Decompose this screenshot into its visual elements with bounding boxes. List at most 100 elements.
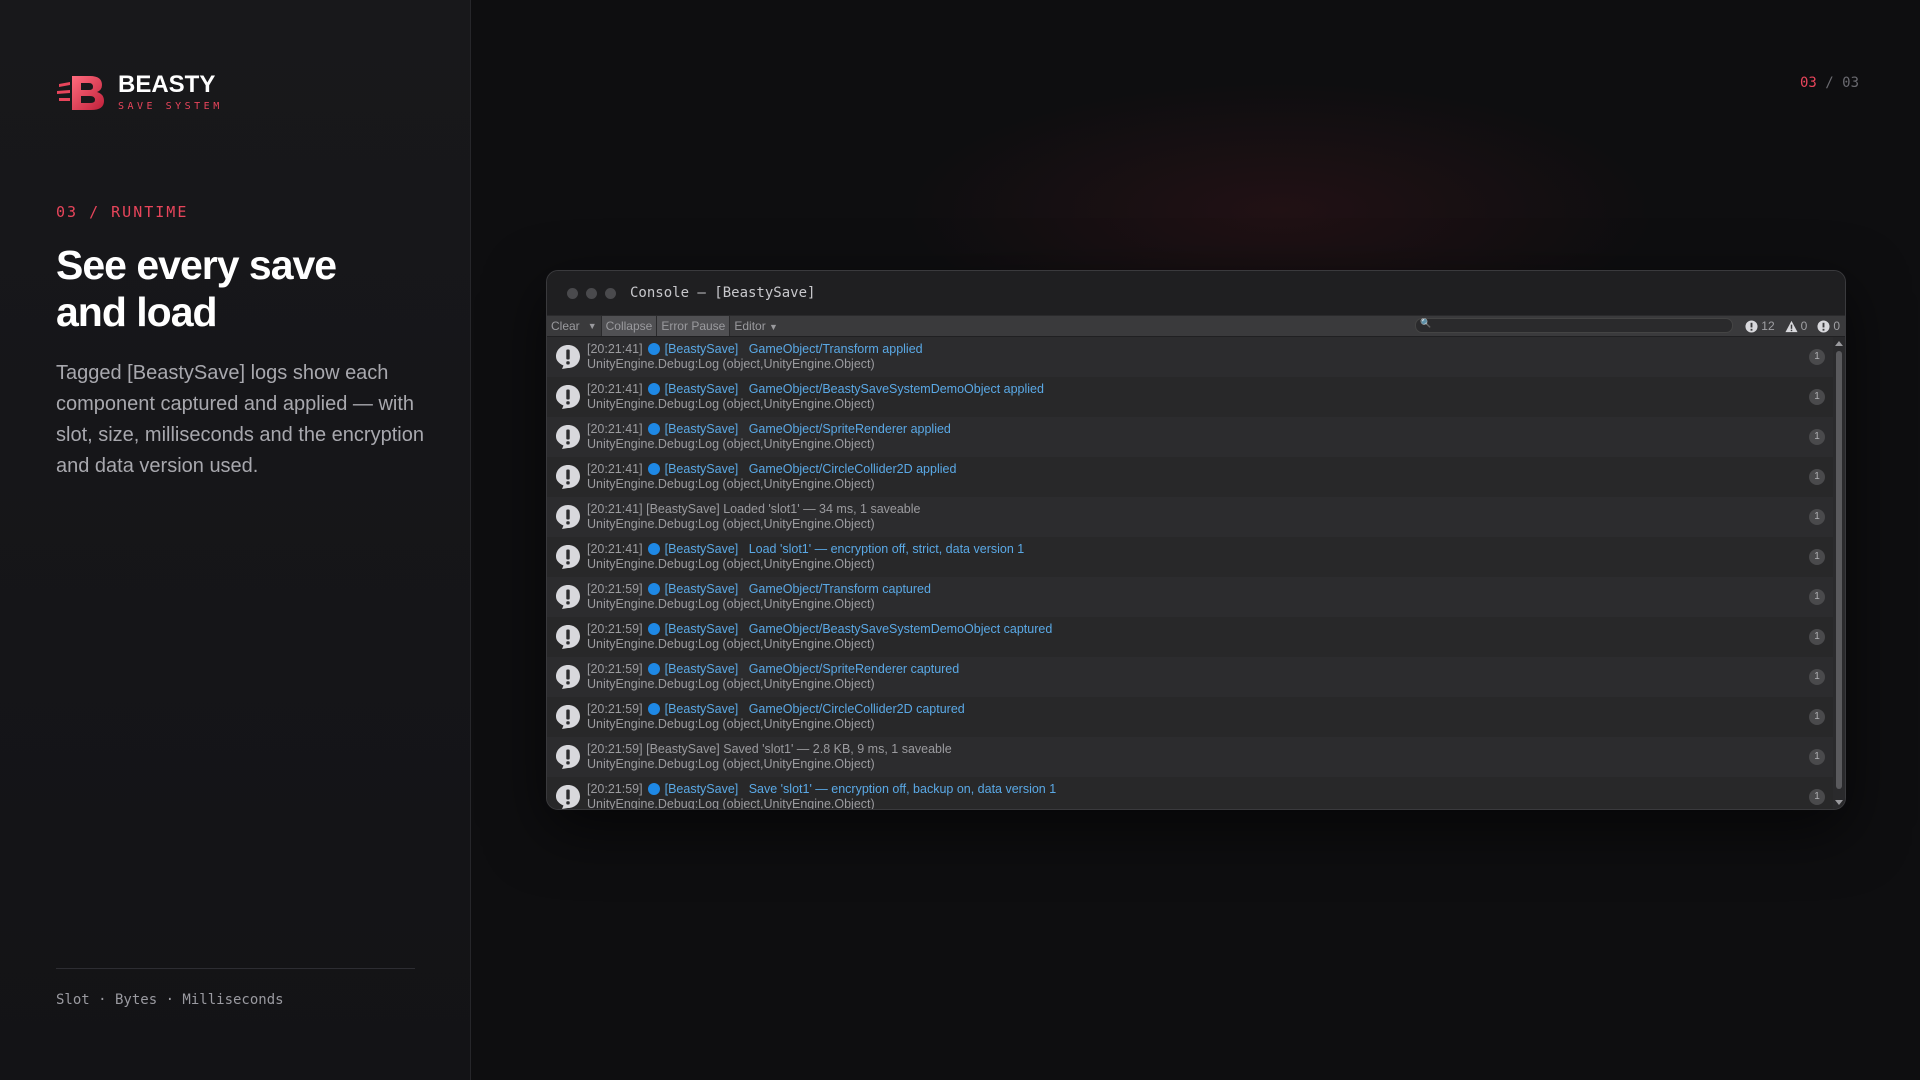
log-message: GameObject/SpriteRenderer applied bbox=[748, 422, 951, 436]
log-entry[interactable]: [20:21:59] [BeastySave] GameObject/Transf… bbox=[547, 577, 1833, 617]
log-context-bullet-icon bbox=[647, 703, 660, 715]
log-count-badge: 1 bbox=[1809, 709, 1825, 725]
log-context-bullet-icon bbox=[647, 543, 660, 555]
log-message: GameObject/BeastySaveSystemDemoObject ap… bbox=[748, 382, 1044, 396]
editor-dropdown[interactable]: Editor ▼ bbox=[730, 316, 782, 336]
log-stacktrace: UnityEngine.Debug:Log (object,UnityEngin… bbox=[587, 677, 875, 691]
search-icon: 🔍 bbox=[1420, 318, 1432, 328]
scroll-thumb[interactable] bbox=[1836, 351, 1842, 789]
log-timestamp: [20:21:59] bbox=[587, 782, 643, 796]
log-tag: [BeastySave] bbox=[646, 502, 720, 516]
log-timestamp: [20:21:41] bbox=[587, 422, 643, 436]
log-timestamp: [20:21:59] bbox=[587, 622, 643, 636]
log-message-line: [20:21:59] [BeastySave] GameObject/Circle… bbox=[587, 702, 1833, 717]
clear-options-dropdown-icon[interactable]: ▼ bbox=[584, 321, 601, 331]
log-text: [20:21:41] [BeastySave] GameObject/Beasty… bbox=[587, 382, 1833, 412]
log-message-line: [20:21:59] [BeastySave] GameObject/Beasty… bbox=[587, 622, 1833, 637]
log-entry[interactable]: [20:21:41] [BeastySave] GameObject/Circle… bbox=[547, 457, 1833, 497]
error-pause-toggle[interactable]: Error Pause bbox=[657, 316, 730, 336]
log-message: Loaded 'slot1' — 34 ms, 1 saveable bbox=[723, 502, 921, 516]
brand-logo[interactable]: BEASTY SAVE SYSTEM bbox=[56, 70, 223, 114]
log-scrollbar[interactable] bbox=[1833, 337, 1845, 809]
log-list: [20:21:41] [BeastySave] GameObject/Transf… bbox=[547, 337, 1833, 809]
console-titlebar: Console — [BeastySave] bbox=[547, 271, 1845, 315]
log-stacktrace: UnityEngine.Debug:Log (object,UnityEngin… bbox=[587, 517, 875, 531]
section-label: 03 / RUNTIME bbox=[56, 203, 189, 221]
log-count-badge: 1 bbox=[1809, 749, 1825, 765]
log-message: GameObject/CircleCollider2D captured bbox=[748, 702, 965, 716]
error-count: 0 bbox=[1833, 319, 1840, 333]
scroll-down-arrow-icon[interactable] bbox=[1835, 800, 1843, 805]
log-message-line: [20:21:41] [BeastySave] GameObject/Circle… bbox=[587, 462, 1833, 477]
log-entry[interactable]: [20:21:59] [BeastySave] Save 'slot1' — en… bbox=[547, 777, 1833, 809]
log-tag: [BeastySave] bbox=[646, 742, 720, 756]
log-message: GameObject/Transform captured bbox=[748, 582, 931, 596]
page-description: Tagged [BeastySave] logs show each compo… bbox=[56, 362, 424, 477]
pagination-total: 03 bbox=[1842, 75, 1859, 91]
log-context-bullet-icon bbox=[647, 623, 660, 635]
log-entry[interactable]: [20:21:59] [BeastySave] Saved 'slot1' — … bbox=[547, 737, 1833, 777]
warning-count-toggle[interactable]: 0 bbox=[1780, 316, 1813, 336]
window-minimize-button[interactable] bbox=[586, 287, 597, 299]
info-message-icon bbox=[556, 585, 580, 609]
log-timestamp: [20:21:41] bbox=[587, 502, 643, 516]
log-text: [20:21:41] [BeastySave] Loaded 'slot1' —… bbox=[587, 502, 1833, 532]
log-context-bullet-icon bbox=[647, 663, 660, 675]
log-tag: [BeastySave] bbox=[664, 702, 739, 716]
log-text: [20:21:59] [BeastySave] GameObject/Circle… bbox=[587, 702, 1833, 732]
log-counters: 12 0 0 bbox=[1740, 316, 1845, 336]
log-entry[interactable]: [20:21:41] [BeastySave] GameObject/Beasty… bbox=[547, 377, 1833, 417]
log-entry[interactable]: [20:21:41] [BeastySave] Load 'slot1' — en… bbox=[547, 537, 1833, 577]
log-entry[interactable]: [20:21:59] [BeastySave] GameObject/Sprite… bbox=[547, 657, 1833, 697]
error-icon bbox=[1817, 319, 1830, 333]
window-close-button[interactable] bbox=[567, 287, 578, 299]
log-message: GameObject/SpriteRenderer captured bbox=[748, 662, 960, 676]
log-context-bullet-icon bbox=[647, 423, 660, 435]
brand-name: BEASTY bbox=[118, 71, 216, 98]
info-icon bbox=[1745, 319, 1758, 333]
warning-icon bbox=[1785, 320, 1798, 332]
log-message-line: [20:21:59] [BeastySave] Save 'slot1' — en… bbox=[587, 782, 1833, 797]
log-context-bullet-icon bbox=[647, 583, 660, 595]
log-tag: [BeastySave] bbox=[664, 342, 739, 356]
info-message-icon bbox=[556, 465, 580, 489]
log-count-badge: 1 bbox=[1809, 789, 1825, 805]
window-maximize-button[interactable] bbox=[605, 287, 616, 299]
log-tag: [BeastySave] bbox=[664, 422, 739, 436]
clear-button[interactable]: Clear bbox=[547, 316, 584, 336]
scroll-up-arrow-icon[interactable] bbox=[1835, 341, 1843, 346]
info-message-icon bbox=[556, 745, 580, 769]
log-entry[interactable]: [20:21:41] [BeastySave] GameObject/Sprite… bbox=[547, 417, 1833, 457]
info-count-toggle[interactable]: 12 bbox=[1740, 316, 1779, 336]
log-stacktrace: UnityEngine.Debug:Log (object,UnityEngin… bbox=[587, 477, 875, 491]
info-message-icon bbox=[556, 625, 580, 649]
log-entry[interactable]: [20:21:41] [BeastySave] GameObject/Transf… bbox=[547, 337, 1833, 377]
pagination-current: 03 bbox=[1799, 75, 1817, 91]
log-context-bullet-icon bbox=[647, 783, 660, 795]
log-count-badge: 1 bbox=[1809, 509, 1825, 525]
log-timestamp: [20:21:59] bbox=[587, 662, 643, 676]
log-text: [20:21:41] [BeastySave] Load 'slot1' — en… bbox=[587, 542, 1833, 572]
log-stacktrace: UnityEngine.Debug:Log (object,UnityEngin… bbox=[587, 397, 875, 411]
info-message-icon bbox=[556, 345, 580, 369]
search-input[interactable]: 🔍 bbox=[1415, 318, 1733, 333]
log-count-badge: 1 bbox=[1809, 349, 1825, 365]
log-stacktrace: UnityEngine.Debug:Log (object,UnityEngin… bbox=[587, 637, 875, 651]
log-context-bullet-icon bbox=[647, 343, 660, 355]
error-count-toggle[interactable]: 0 bbox=[1812, 316, 1845, 336]
info-count: 12 bbox=[1761, 319, 1775, 333]
log-count-badge: 1 bbox=[1809, 629, 1825, 645]
log-entry[interactable]: [20:21:59] [BeastySave] GameObject/Circle… bbox=[547, 697, 1833, 737]
log-message: Load 'slot1' — encryption off, strict, d… bbox=[748, 542, 1025, 556]
log-tag: [BeastySave] bbox=[664, 462, 739, 476]
log-entry[interactable]: [20:21:59] [BeastySave] GameObject/Beasty… bbox=[547, 617, 1833, 657]
log-count-badge: 1 bbox=[1809, 669, 1825, 685]
log-tag: [BeastySave] bbox=[664, 382, 739, 396]
log-message: GameObject/Transform applied bbox=[748, 342, 923, 356]
log-entry[interactable]: [20:21:41] [BeastySave] Loaded 'slot1' —… bbox=[547, 497, 1833, 537]
log-timestamp: [20:21:59] bbox=[587, 702, 643, 716]
log-stacktrace: UnityEngine.Debug:Log (object,UnityEngin… bbox=[587, 437, 875, 451]
collapse-toggle[interactable]: Collapse bbox=[601, 316, 657, 336]
log-message-line: [20:21:59] [BeastySave] GameObject/Sprite… bbox=[587, 662, 1833, 677]
log-text: [20:21:59] [BeastySave] GameObject/Sprite… bbox=[587, 662, 1833, 692]
